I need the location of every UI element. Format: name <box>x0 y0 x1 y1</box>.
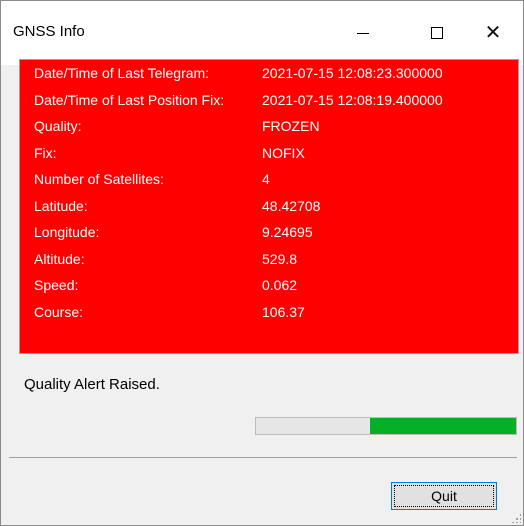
progress-bar <box>255 417 517 435</box>
info-row-last-telegram: Date/Time of Last Telegram: 2021-07-15 1… <box>20 60 518 87</box>
info-value: 9.24695 <box>262 224 313 240</box>
title-bar[interactable]: GNSS Info ✕ <box>1 1 523 65</box>
resize-grip-icon[interactable] <box>511 513 521 523</box>
info-row-course: Course: 106.37 <box>20 299 518 326</box>
info-label: Longitude: <box>34 224 100 240</box>
close-button[interactable]: ✕ <box>469 15 517 51</box>
info-label: Course: <box>34 303 84 320</box>
quit-button[interactable]: Quit <box>391 482 497 510</box>
info-value: FROZEN <box>262 118 320 134</box>
info-value: 2021-07-15 12:08:19.400000 <box>262 91 443 108</box>
info-row-last-position-fix: Date/Time of Last Position Fix: 2021-07-… <box>20 87 518 114</box>
divider <box>9 457 517 458</box>
info-value: 106.37 <box>262 303 305 320</box>
maximize-icon <box>431 27 443 39</box>
info-row-latitude: Latitude: 48.42708 <box>20 193 518 220</box>
info-label: Quality: <box>34 118 82 134</box>
info-row-altitude: Altitude: 529.8 <box>20 246 518 273</box>
gnss-info-window: GNSS Info ✕ Date/Time of Last Telegram: … <box>0 0 524 526</box>
info-label: Fix: <box>34 144 57 161</box>
window-title: GNSS Info <box>13 23 85 40</box>
info-label: Latitude: <box>34 197 88 214</box>
status-message: Quality Alert Raised. <box>24 376 160 393</box>
info-label: Altitude: <box>34 250 85 267</box>
info-value: 2021-07-15 12:08:23.300000 <box>262 65 443 81</box>
minimize-icon <box>357 32 369 34</box>
info-row-longitude: Longitude: 9.24695 <box>20 219 518 246</box>
close-icon: ✕ <box>484 22 502 44</box>
info-value: 48.42708 <box>262 197 321 214</box>
info-row-quality: Quality: FROZEN <box>20 113 518 140</box>
info-row-fix: Fix: NOFIX <box>20 140 518 167</box>
progress-bar-fill <box>370 418 516 434</box>
info-label: Speed: <box>34 277 79 293</box>
info-row-satellites: Number of Satellites: 4 <box>20 166 518 193</box>
info-label: Date/Time of Last Position Fix: <box>34 91 225 108</box>
info-value: 0.062 <box>262 277 298 293</box>
info-row-speed: Speed: 0.062 <box>20 272 518 299</box>
maximize-button[interactable] <box>413 15 461 51</box>
info-value: 4 <box>262 171 270 187</box>
info-value: 529.8 <box>262 250 298 267</box>
gnss-info-panel: Date/Time of Last Telegram: 2021-07-15 1… <box>19 59 519 354</box>
minimize-button[interactable] <box>339 15 387 51</box>
info-label: Number of Satellites: <box>34 171 164 187</box>
info-value: NOFIX <box>262 144 305 161</box>
info-label: Date/Time of Last Telegram: <box>34 65 210 81</box>
